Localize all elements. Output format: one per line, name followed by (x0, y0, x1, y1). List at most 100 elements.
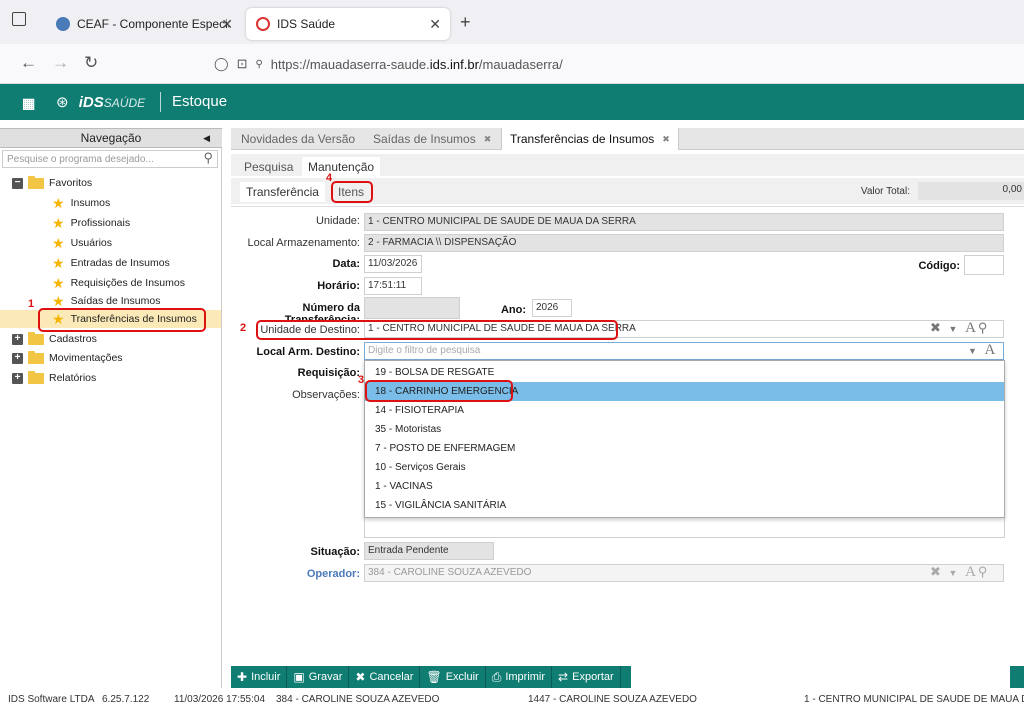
numero-field (364, 297, 460, 319)
horario-field[interactable]: 17:51:11 (364, 277, 422, 295)
collapse-icon[interactable]: − (12, 177, 23, 189)
expand-icon[interactable]: + (12, 372, 23, 384)
tree-folder-favoritos[interactable]: − Favoritos (12, 174, 92, 192)
toolbar-right-accent (1010, 666, 1024, 688)
sidebar-item-profissionais[interactable]: ★ Profissionais (52, 214, 130, 232)
tab-transferencia[interactable]: Transferência (240, 182, 325, 202)
folder-icon (28, 175, 44, 189)
numero-label: Número da (302, 302, 360, 314)
requisicao-label: Requisição: (297, 367, 360, 379)
annotation-3-ring (365, 380, 513, 402)
excluir-button[interactable]: 🗑 Excluir (420, 666, 486, 688)
folder-icon (28, 350, 44, 364)
ano-field[interactable]: 2026 (532, 299, 572, 317)
font-icon[interactable]: A (965, 320, 978, 336)
clear-icon[interactable]: ✖ (930, 564, 943, 579)
back-arrow-icon[interactable]: ← (20, 54, 37, 72)
permissions-icon: ⚲ (255, 58, 263, 70)
expand-icon[interactable]: + (12, 352, 23, 364)
clear-icon[interactable]: ✖ (930, 320, 943, 335)
browser-tab-ids[interactable]: IDS Saúde ✕ (246, 8, 450, 40)
lock-icon: ⊡ (236, 56, 248, 71)
folder-icon (28, 331, 44, 345)
action-toolbar: ✚ Incluir ▣ Gravar ✖ Cancelar 🗑 Excluir ⎙ Imp… (231, 666, 631, 688)
content-tabs: Novidades da Versão Saídas de Insumos ✖ T… (231, 128, 1024, 150)
tree-folder-movimentacoes[interactable]: + Movimentações (12, 349, 123, 367)
operador-field: 384 - CAROLINE SOUZA AZEVEDO (364, 564, 1004, 582)
forward-arrow-icon[interactable]: → (52, 54, 69, 72)
annotation-3: 3 (358, 374, 365, 386)
close-tab-icon[interactable]: ✖ (484, 134, 492, 144)
browser-tab-ceaf[interactable]: CEAF - Componente Especializ ✕ (46, 8, 242, 40)
unidade-field: 1 - CENTRO MUNICIPAL DE SAUDE DE MAUA DA… (364, 213, 1004, 231)
ids-logo-icon (256, 17, 270, 31)
tab-pesquisa[interactable]: Pesquisa (244, 157, 293, 177)
dropdown-icon[interactable]: ▼ (949, 324, 960, 334)
browser-nav-bar: ← → ↻ ◯ ⊡ ⚲ https://mauadaserra-saude. id… (0, 44, 1024, 84)
sidebar-item-usuarios[interactable]: ★ Usuários (52, 234, 112, 252)
sidebar-title: Navegação ◀ (0, 128, 222, 148)
dropdown-option[interactable]: 35 - Motoristas (365, 420, 1004, 439)
apps-grid-icon[interactable]: ▦ (22, 95, 35, 112)
sidebar-search-input[interactable]: Pesquise o programa desejado... ⚲ (2, 150, 218, 168)
local-destino-label: Local Arm. Destino: (256, 346, 361, 358)
search-icon[interactable]: ⚲ (978, 320, 990, 335)
exportar-button[interactable]: ⇄ Exportar (552, 666, 621, 688)
gravar-button[interactable]: ▣ Gravar (287, 666, 350, 688)
new-tab-button[interactable]: + (460, 12, 471, 33)
dropdown-icon[interactable]: ▼ (968, 346, 979, 356)
sidebar-item-insumos[interactable]: ★ Insumos (52, 194, 110, 212)
annotation-1: 1 (28, 298, 35, 310)
tab-transferencias[interactable]: Transferências de Insumos ✖ (501, 128, 679, 150)
tab-list-icon[interactable] (12, 12, 26, 26)
tab-saidas[interactable]: Saídas de Insumos ✖ (373, 128, 491, 150)
status-company: IDS Software LTDA (8, 694, 95, 705)
horario-label: Horário: (317, 280, 360, 292)
tab-manutencao[interactable]: Manutenção (302, 157, 381, 177)
reload-icon[interactable]: ↻ (84, 54, 98, 72)
incluir-button[interactable]: ✚ Incluir (231, 666, 288, 688)
tree-folder-cadastros[interactable]: + Cadastros (12, 330, 97, 348)
sidebar-item-requisicoes[interactable]: ★ Requisições de Insumos (52, 274, 185, 292)
codigo-label: Código: (918, 260, 960, 272)
dropdown-option[interactable]: 1 - VACINAS (365, 477, 1004, 496)
annotation-2-ring (256, 320, 618, 340)
star-icon: ★ (52, 255, 65, 271)
sidebar-item-entradas[interactable]: ★ Entradas de Insumos (52, 254, 170, 272)
annotation-1-ring (38, 308, 206, 332)
collapse-arrow-icon[interactable]: ◀ (203, 129, 210, 147)
cancelar-button[interactable]: ✖ Cancelar (349, 666, 421, 688)
expand-icon[interactable]: + (12, 333, 23, 345)
font-icon[interactable]: A (965, 564, 978, 580)
search-icon[interactable]: ⚲ (978, 564, 990, 579)
dropdown-option[interactable]: 10 - Serviços Gerais (365, 458, 1004, 477)
tab-novidades[interactable]: Novidades da Versão (241, 128, 355, 150)
header-divider (160, 92, 161, 112)
tree-folder-relatorios[interactable]: + Relatórios (12, 369, 96, 387)
search-icon[interactable]: ⚲ (203, 150, 213, 166)
status-user-2: 1447 - CAROLINE SOUZA AZEVEDO (528, 694, 697, 705)
url-path: /mauadaserra/ (478, 56, 563, 72)
imprimir-button[interactable]: ⎙ Imprimir (486, 666, 553, 688)
address-bar[interactable]: ◯ ⊡ ⚲ https://mauadaserra-saude. ids.inf.… (214, 50, 1024, 78)
annotation-2: 2 (240, 322, 247, 334)
star-icon: ★ (52, 275, 65, 291)
data-label: Data: (332, 258, 360, 270)
module-title: Estoque (172, 93, 228, 110)
close-tab-icon[interactable]: ✕ (221, 16, 233, 33)
dropdown-option[interactable]: 15 - VIGILÂNCIA SANITÁRIA (365, 496, 1004, 515)
ids-symbol-icon: ⊛ (56, 94, 69, 111)
close-tab-icon[interactable]: ✖ (662, 134, 670, 144)
export-icon: ⇄ (558, 670, 569, 684)
dropdown-icon[interactable]: ▼ (949, 568, 960, 578)
dropdown-option[interactable]: 14 - FISIOTERAPIA (365, 401, 1004, 420)
ids-logo: ⊛ iDSSAÚDE (56, 94, 146, 111)
star-icon: ★ (52, 215, 65, 231)
close-tab-icon[interactable]: ✕ (429, 16, 441, 33)
dropdown-option[interactable]: 7 - POSTO DE ENFERMAGEM (365, 439, 1004, 458)
font-icon[interactable]: A (985, 342, 998, 358)
ano-label: Ano: (500, 304, 526, 316)
codigo-field[interactable] (964, 255, 1004, 275)
data-field[interactable]: 11/03/2026 (364, 255, 422, 273)
local-destino-input[interactable]: Digite o filtro de pesquisa (364, 342, 1004, 360)
